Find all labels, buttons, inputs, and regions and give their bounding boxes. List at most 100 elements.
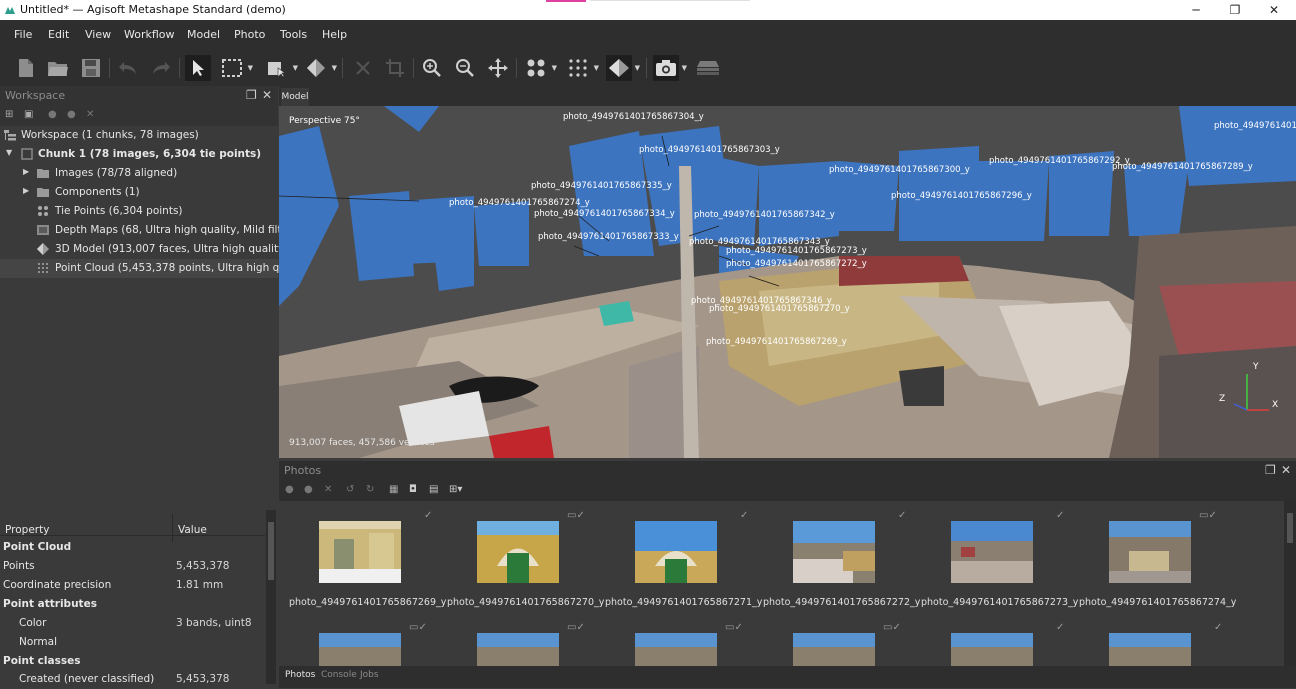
model-view-icon[interactable]: ▼ [303, 55, 337, 81]
add-chunk-icon[interactable]: ⊞ [5, 109, 13, 120]
camera-icon[interactable]: ▼ [653, 55, 687, 81]
zoom-in-icon[interactable] [419, 55, 445, 81]
photos-scrollbar[interactable] [1284, 501, 1296, 666]
disable-icon[interactable]: ● [67, 109, 76, 120]
zoom-out-icon[interactable] [452, 55, 478, 81]
photo-thumbnail[interactable]: ▭✓ [437, 613, 587, 666]
camera-label[interactable]: photo_4949761401 [1214, 121, 1296, 131]
photo-thumbnail[interactable]: ▭✓ [595, 613, 745, 666]
photo-thumbnail[interactable]: ▭✓ photo_4949761401765867270_y [437, 501, 604, 608]
delete-icon[interactable] [350, 55, 376, 81]
tab-console[interactable]: Console [321, 670, 357, 680]
expand-arrow-icon[interactable]: ▶ [23, 167, 29, 176]
open-icon[interactable] [45, 55, 71, 81]
menu-workflow[interactable]: Workflow [124, 28, 175, 41]
camera-label[interactable]: photo_4949761401765867273_y [726, 246, 867, 256]
undo-icon[interactable] [115, 55, 141, 81]
tab-jobs[interactable]: Jobs [360, 670, 379, 680]
photo-thumbnail[interactable]: ✓ photo_4949761401765867273_y [911, 501, 1078, 608]
minimize-button[interactable]: ─ [1176, 0, 1216, 20]
camera-label[interactable]: photo_4949761401765867333_y [538, 232, 679, 242]
disable-photo-icon[interactable]: ● [304, 484, 313, 495]
rotate-left-icon[interactable]: ↺ [346, 484, 354, 495]
photo-thumbnail[interactable]: ✓ photo_4949761401765867271_y [595, 501, 762, 608]
model-viewport[interactable]: photo_4949761401765867304_y photo_4949761… [279, 106, 1296, 458]
scrollbar-thumb[interactable] [1287, 513, 1293, 543]
tree-item-workspace[interactable]: Workspace (1 chunks, 78 images) [0, 126, 278, 145]
remove-icon[interactable]: ● [48, 109, 57, 120]
rectangle-selection-icon[interactable]: ▼ [219, 55, 253, 81]
workspace-panel-header: Workspace ❐ ✕ [0, 86, 278, 106]
photo-thumbnail[interactable]: ▭✓ photo_4949761401765867274_y [1069, 501, 1236, 608]
camera-label[interactable]: photo_4949761401765867272_y [726, 259, 867, 269]
scene-render[interactable]: photo_4949761401765867304_y photo_4949761… [279, 106, 1296, 458]
move-icon[interactable] [485, 55, 511, 81]
rotate-right-icon[interactable]: ↻ [366, 484, 374, 495]
new-icon[interactable] [13, 55, 39, 81]
close-window-button[interactable]: ✕ [1254, 0, 1294, 20]
camera-label[interactable]: photo_4949761401765867335_y [531, 181, 672, 191]
menu-model[interactable]: Model [187, 28, 220, 41]
camera-label[interactable]: photo_4949761401765867303_y [639, 145, 780, 155]
photo-thumbnail[interactable]: ▭✓ [279, 613, 429, 666]
property-column-header[interactable]: Property [5, 524, 49, 536]
tree-item-chunk[interactable]: ▼ Chunk 1 (78 images, 6,304 tie points) [0, 145, 278, 164]
photo-thumbnail[interactable]: ▭✓ [753, 613, 903, 666]
menu-photo[interactable]: Photo [234, 28, 265, 41]
scrollbar-thumb[interactable] [268, 522, 274, 580]
tree-item-components[interactable]: ▶ Components (1) [0, 183, 278, 202]
tiled-model-icon[interactable] [695, 55, 721, 81]
select-arrow-icon[interactable] [185, 55, 211, 81]
camera-label[interactable]: photo_4949761401765867289_y [1112, 162, 1253, 172]
photo-thumbnail[interactable]: ✓ [911, 613, 1064, 666]
menu-view[interactable]: View [85, 28, 111, 41]
reset-filter-icon[interactable]: ▤ [429, 484, 438, 495]
delete-item-icon[interactable]: ✕ [86, 109, 94, 120]
photo-thumbnail[interactable]: ✓ photo_4949761401765867272_y [753, 501, 920, 608]
menu-help[interactable]: Help [322, 28, 347, 41]
remove-photo-icon[interactable]: ✕ [324, 484, 332, 495]
mask-icon[interactable]: ◘ [409, 484, 417, 495]
close-panel-icon[interactable]: ✕ [262, 88, 272, 102]
filter-icon[interactable]: ▦ [389, 484, 398, 495]
tree-item-depth-maps[interactable]: Depth Maps (68, Ultra high quality, Mild… [0, 221, 313, 240]
restore-button[interactable]: ❐ [1215, 0, 1255, 20]
camera-label[interactable]: photo_4949761401765867304_y [563, 112, 704, 122]
tree-item-point-cloud[interactable]: Point Cloud (5,453,378 points, Ultra hig… [0, 259, 313, 278]
menu-file[interactable]: File [14, 28, 32, 41]
crop-icon[interactable] [382, 55, 408, 81]
undock-icon[interactable]: ❐ [246, 88, 257, 102]
camera-label[interactable]: photo_4949761401765867296_y [891, 191, 1032, 201]
add-photos-icon[interactable]: ▣ [24, 109, 33, 120]
tie-points-icon[interactable]: ▼ [523, 55, 557, 81]
save-icon[interactable] [78, 55, 104, 81]
expand-arrow-icon[interactable]: ▶ [23, 186, 29, 195]
tree-item-tie-points[interactable]: Tie Points (6,304 points) [0, 202, 278, 221]
dense-points-icon[interactable]: ▼ [565, 55, 599, 81]
close-panel-icon[interactable]: ✕ [1281, 463, 1291, 477]
collapse-arrow-icon[interactable]: ▼ [6, 148, 12, 157]
tab-model[interactable]: Model [281, 88, 309, 106]
enable-photo-icon[interactable]: ● [285, 484, 294, 495]
menu-edit[interactable]: Edit [48, 28, 69, 41]
camera-label[interactable]: photo_4949761401765867270_y [709, 304, 850, 314]
undock-icon[interactable]: ❐ [1265, 463, 1276, 477]
tree-item-3d-model[interactable]: 3D Model (913,007 faces, Ultra high qual… [0, 240, 288, 259]
camera-label[interactable]: photo_4949761401765867274_y [449, 198, 590, 208]
tab-photos[interactable]: Photos [280, 666, 316, 684]
camera-label[interactable]: photo_4949761401765867334_y [534, 209, 675, 219]
properties-scrollbar[interactable] [266, 510, 276, 684]
camera-label[interactable]: photo_4949761401765867269_y [706, 337, 847, 347]
camera-label[interactable]: photo_4949761401765867300_y [829, 165, 970, 175]
tree-item-images[interactable]: ▶ Images (78/78 aligned) [0, 164, 278, 183]
menu-tools[interactable]: Tools [280, 28, 307, 41]
value-column-header[interactable]: Value [178, 524, 207, 536]
photo-thumbnail[interactable]: ✓ [1069, 613, 1222, 666]
shape-icon[interactable]: ▼ [264, 55, 298, 81]
model-solid-icon[interactable]: ▼ [606, 55, 640, 81]
view-mode-icon[interactable]: ⊞▾ [449, 484, 462, 495]
camera-label[interactable]: photo_4949761401765867292_y [989, 156, 1130, 166]
redo-icon[interactable] [148, 55, 174, 81]
camera-label[interactable]: photo_4949761401765867342_y [694, 210, 835, 220]
photo-thumbnail[interactable]: ✓ photo_4949761401765867269_y [279, 501, 446, 608]
